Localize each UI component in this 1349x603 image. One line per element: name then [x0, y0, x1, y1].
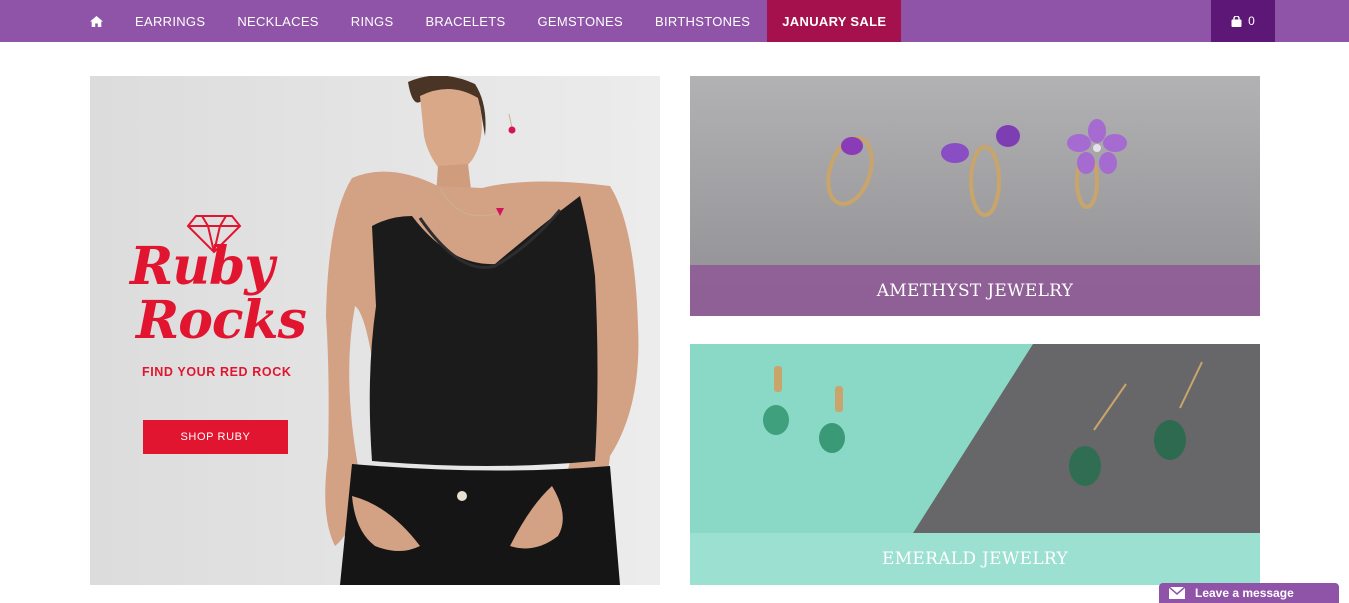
chat-label: Leave a message [1195, 586, 1294, 600]
nav-necklaces[interactable]: NECKLACES [221, 0, 334, 42]
nav-rings[interactable]: RINGS [335, 0, 410, 42]
nav-earrings[interactable]: EARRINGS [119, 0, 221, 42]
emerald-caption: EMERALD JEWELRY [690, 533, 1260, 585]
hero-title-line1: Ruby [130, 236, 275, 297]
hero-title-line2: Rocks [136, 290, 307, 351]
nav-necklaces-label: NECKLACES [237, 13, 319, 29]
envelope-icon [1169, 587, 1185, 599]
nav-gemstones[interactable]: GEMSTONES [521, 0, 639, 42]
nav-birthstones[interactable]: BIRTHSTONES [639, 0, 766, 42]
nav-menu: EARRINGS NECKLACES RINGS BRACELETS GEMST… [74, 0, 902, 42]
nav-rings-label: RINGS [350, 13, 394, 29]
shopping-bag-icon [1231, 15, 1242, 27]
nav-home[interactable] [74, 0, 119, 42]
leave-message-chat[interactable]: Leave a message [1159, 583, 1339, 603]
shop-ruby-button[interactable]: SHOP RUBY [143, 420, 288, 454]
cart-button[interactable]: 0 [1211, 0, 1275, 42]
hero-title: Ruby Rocks [130, 240, 310, 348]
nav-birthstones-label: BIRTHSTONES [654, 13, 751, 29]
nav-bracelets-label: BRACELETS [425, 13, 506, 29]
nav-earrings-label: EARRINGS [135, 13, 206, 29]
nav-gemstones-label: GEMSTONES [537, 13, 623, 29]
home-icon [90, 15, 103, 27]
hero-subtitle: FIND YOUR RED ROCK [142, 365, 292, 379]
top-navigation: EARRINGS NECKLACES RINGS BRACELETS GEMST… [0, 0, 1349, 42]
nav-sale-label: JANUARY SALE [782, 13, 887, 29]
ruby-hero-banner[interactable]: Ruby Rocks FIND YOUR RED ROCK SHOP RUBY [90, 76, 660, 585]
cart-count: 0 [1248, 14, 1255, 28]
nav-january-sale[interactable]: JANUARY SALE [767, 0, 902, 42]
emerald-jewelry-tile[interactable]: EMERALD JEWELRY [690, 344, 1260, 585]
amethyst-jewelry-tile[interactable]: AMETHYST JEWELRY [690, 76, 1260, 316]
amethyst-caption: AMETHYST JEWELRY [690, 265, 1260, 316]
nav-bracelets[interactable]: BRACELETS [409, 0, 521, 42]
